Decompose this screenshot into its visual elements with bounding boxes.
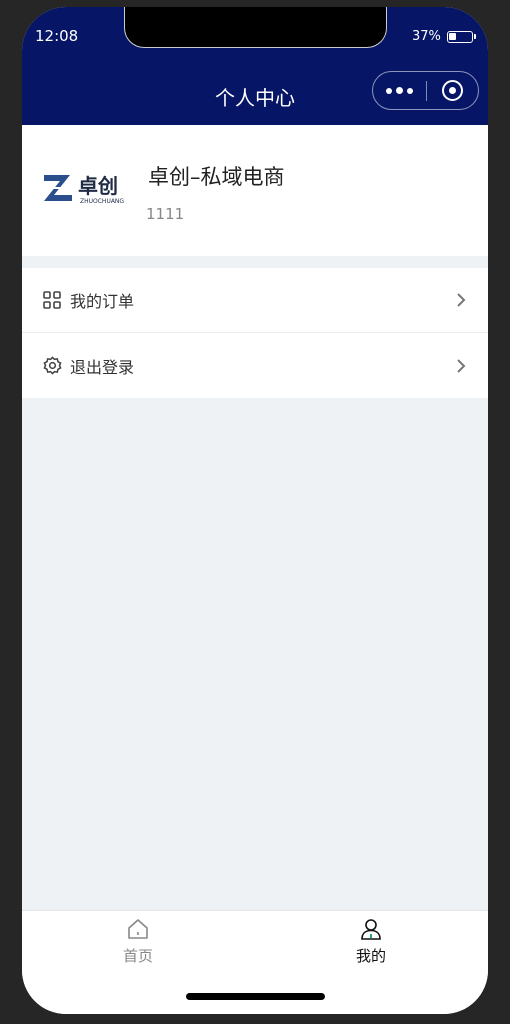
tab-label: 我的	[355, 947, 386, 965]
home-indicator	[186, 993, 325, 1000]
menu-item-orders[interactable]: 我的订单	[22, 268, 488, 333]
target-close-icon[interactable]	[427, 80, 478, 101]
phone-screen: 12:08 37% 个人中心 卓创 ZHUOCHUANG 卓创–私域电商 111…	[22, 7, 488, 1014]
status-time: 12:08	[35, 27, 79, 45]
battery-tip	[473, 34, 476, 39]
device-frame: 12:08 37% 个人中心 卓创 ZHUOCHUANG 卓创–私域电商 111…	[0, 0, 510, 1024]
gear-icon	[42, 356, 62, 376]
chevron-right-icon	[454, 293, 468, 307]
menu-item-label: 退出登录	[70, 357, 135, 377]
tab-home[interactable]: 首页	[78, 917, 198, 966]
logo-main-text: 卓创	[78, 174, 118, 198]
battery-icon	[446, 30, 473, 43]
tab-label: 首页	[122, 947, 153, 965]
status-battery: 37%	[412, 29, 476, 44]
profile-card: 卓创 ZHUOCHUANG 卓创–私域电商 1111	[22, 125, 488, 256]
home-icon	[126, 917, 150, 941]
battery-percent: 37%	[412, 29, 441, 44]
grid-icon	[42, 290, 62, 310]
more-dots-icon[interactable]	[373, 87, 426, 94]
brand-logo: 卓创 ZHUOCHUANG	[42, 171, 128, 207]
profile-id: 1111	[146, 205, 185, 223]
logo-sub-text: ZHUOCHUANG	[80, 198, 124, 205]
menu-item-label: 我的订单	[70, 292, 135, 311]
menu-list: 我的订单 退出登录	[22, 268, 488, 398]
battery-level	[448, 32, 456, 40]
menu-item-logout[interactable]: 退出登录	[22, 333, 488, 398]
chevron-right-icon	[454, 358, 468, 373]
miniprogram-capsule	[372, 71, 479, 110]
user-icon	[359, 917, 383, 941]
tab-mine[interactable]: 我的	[311, 917, 431, 966]
profile-name: 卓创–私域电商	[148, 165, 285, 189]
device-notch	[124, 7, 387, 48]
app-header: 12:08 37% 个人中心	[22, 7, 488, 125]
